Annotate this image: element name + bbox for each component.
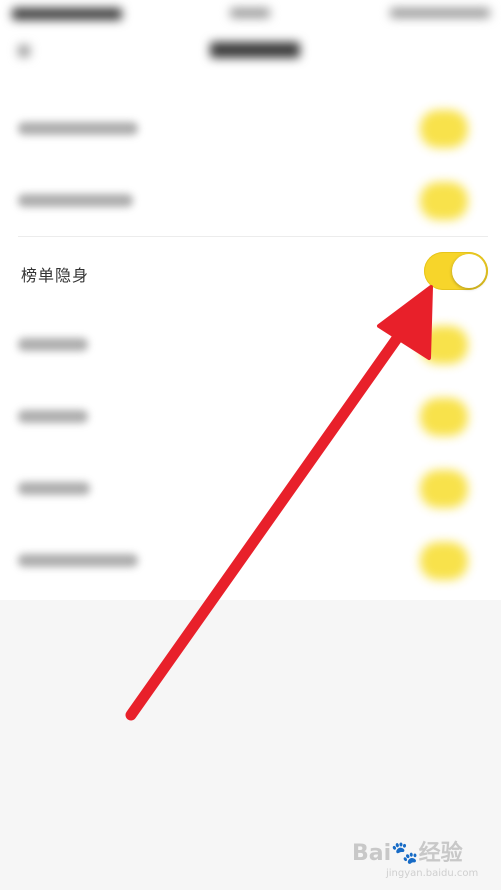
- watermark-logo: Bai🐾经验: [352, 835, 463, 867]
- paw-icon: 🐾: [391, 841, 419, 866]
- pointer-arrow-annotation: [125, 285, 433, 721]
- watermark-url: jingyan.baidu.com: [386, 868, 479, 879]
- watermark-suffix: 经验: [418, 841, 463, 866]
- watermark-brand: Bai: [352, 841, 392, 866]
- settings-screen: 榜单隐身 Bai🐾经验 jingyan.baidu.com: [0, 0, 501, 890]
